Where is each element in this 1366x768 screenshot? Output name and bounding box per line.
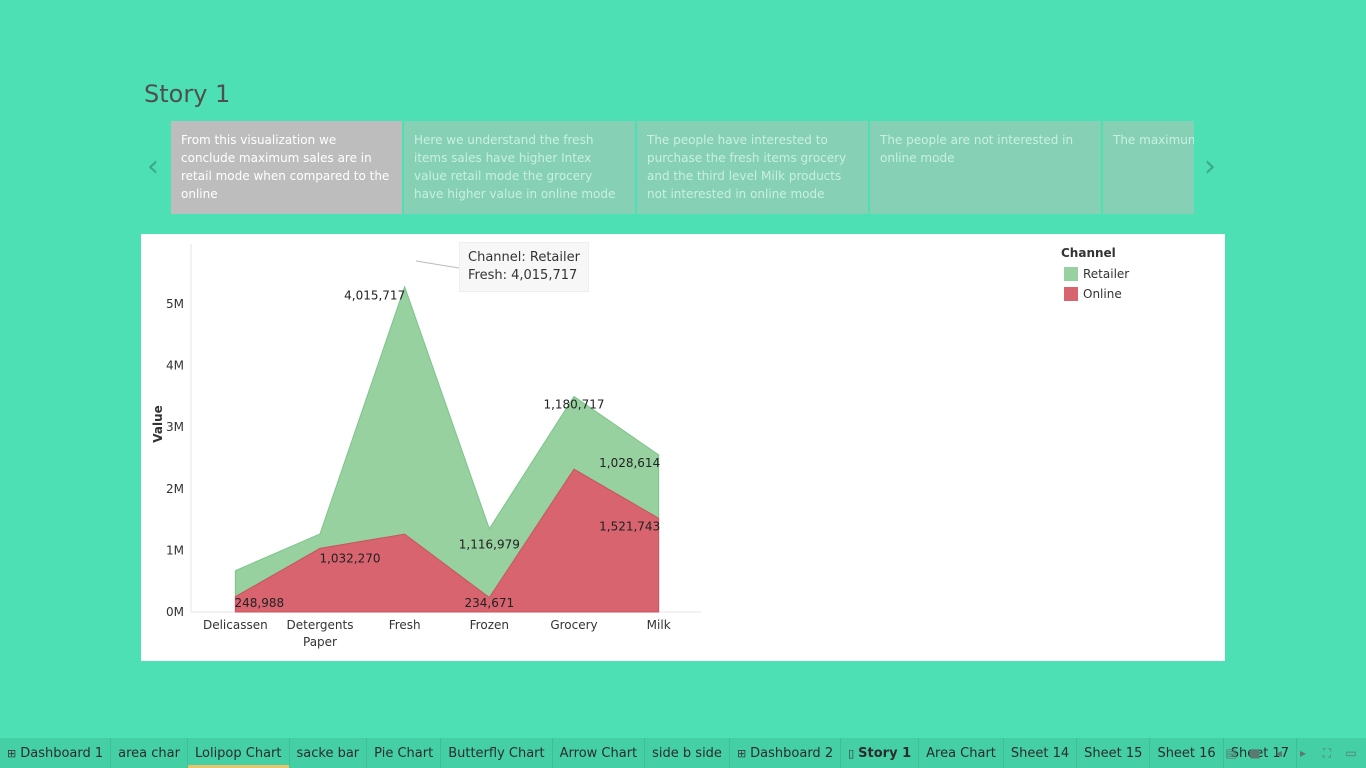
data-label: 1,116,979: [459, 538, 520, 552]
fullscreen-icon[interactable]: ⛶: [1320, 746, 1334, 761]
data-label: 1,521,743: [599, 520, 660, 534]
tab-label: Area Chart: [926, 745, 996, 761]
data-label: 4,015,717: [344, 288, 405, 302]
data-label: 1,032,270: [319, 552, 380, 566]
tab-sheet-16[interactable]: Sheet 16: [1150, 738, 1224, 768]
tooltip-value: Fresh: 4,015,717: [468, 268, 578, 283]
y-tick-label: 3M: [166, 420, 184, 434]
scroll-left-icon[interactable]: ◂: [1272, 746, 1286, 760]
story-point-1[interactable]: From this visualization we conclude maxi…: [171, 121, 402, 214]
tab-sheet-15[interactable]: Sheet 15: [1077, 738, 1151, 768]
presentation-mode-icon[interactable]: ▭: [1344, 746, 1358, 760]
legend-item-retailer[interactable]: Retailer: [1061, 264, 1129, 284]
legend-label-online: Online: [1083, 287, 1122, 301]
x-tick-label: Delicassen: [203, 618, 268, 632]
tab-label: Lolipop Chart: [194, 745, 282, 761]
sheet-tab-bar: ⊞ Dashboard 1 area char Lolipop Chart sac…: [0, 738, 1366, 768]
previous-story-point-button[interactable]: ‹: [143, 150, 163, 184]
x-tick-label: Detergents Paper: [287, 618, 354, 649]
tab-dashboard-2[interactable]: ⊞ Dashboard 2: [730, 738, 842, 768]
visualization-panel: 0M 1M 2M 3M 4M 5M Value Delicassen Detergents Pap…: [141, 234, 1225, 661]
tab-arrow-chart[interactable]: Arrow Chart: [553, 738, 646, 768]
tab-butterfly-chart[interactable]: Butterfly Chart: [441, 738, 553, 768]
legend-title: Channel: [1061, 246, 1116, 260]
legend-label-retailer: Retailer: [1083, 267, 1130, 281]
tab-side-b-side[interactable]: side b side: [645, 738, 730, 768]
tab-controls: ▤ ■ ◂ ▸ ⛶ ▭: [1224, 738, 1358, 768]
story-title: Story 1: [144, 80, 231, 108]
scroll-right-icon[interactable]: ▸: [1296, 746, 1310, 760]
tab-label: area char: [118, 745, 180, 761]
tab-area-char[interactable]: area char: [111, 738, 188, 768]
story-icon: ▯: [848, 746, 855, 760]
legend-swatch-retailer: [1064, 267, 1078, 281]
story-point-2[interactable]: Here we understand the fresh items sales…: [404, 121, 635, 214]
data-label: 248,988: [235, 596, 285, 610]
story-points-navigator: From this visualization we conclude maxi…: [171, 121, 1194, 214]
x-tick-label: Grocery: [550, 618, 597, 632]
tab-label: Sheet 15: [1084, 745, 1143, 761]
data-label: 1,180,717: [543, 398, 604, 412]
dashboard-icon: ⊞: [736, 746, 747, 760]
tab-lolipop-chart[interactable]: Lolipop Chart: [188, 738, 290, 768]
tab-sheet-14[interactable]: Sheet 14: [1004, 738, 1078, 768]
tab-story-1[interactable]: ▯ Story 1: [841, 738, 920, 768]
legend-swatch-online: [1064, 287, 1078, 301]
story-point-4[interactable]: The people are not interested in online …: [870, 121, 1101, 214]
x-tick-label: Milk: [647, 618, 671, 632]
x-tick-label: Fresh: [389, 618, 421, 632]
data-label: 1,028,614: [599, 456, 660, 470]
show-sheets-icon[interactable]: ▤: [1224, 746, 1238, 760]
tab-label: Arrow Chart: [559, 745, 638, 761]
tab-label: Dashboard 2: [750, 745, 834, 761]
story-point-3[interactable]: The people have interested to purchase t…: [637, 121, 868, 214]
tab-label: sacke bar: [296, 745, 360, 761]
y-tick-label: 4M: [166, 359, 184, 373]
y-tick-label: 1M: [166, 543, 184, 557]
tab-label: Pie Chart: [374, 745, 434, 761]
y-tick-label: 5M: [166, 297, 184, 311]
y-tick-label: 0M: [166, 605, 184, 619]
y-tick-label: 2M: [166, 482, 184, 496]
tab-sacke-bar[interactable]: sacke bar: [290, 738, 368, 768]
tab-area-chart[interactable]: Area Chart: [919, 738, 1004, 768]
tab-label: Butterfly Chart: [448, 745, 545, 761]
tab-pie-chart[interactable]: Pie Chart: [367, 738, 442, 768]
dashboard-icon: ⊞: [7, 746, 17, 760]
tooltip-pointer: [415, 260, 460, 269]
next-story-point-button[interactable]: ›: [1200, 150, 1220, 184]
data-label: 234,671: [465, 596, 515, 610]
tab-label: Sheet 16: [1157, 745, 1216, 761]
y-axis-label: Value: [151, 405, 165, 443]
tooltip-channel: Channel: Retailer: [468, 250, 580, 265]
tab-label: side b side: [652, 745, 722, 761]
legend: Channel Retailer Online: [1061, 246, 1129, 304]
story-point-5[interactable]: The maximum ... when compare...: [1103, 121, 1194, 214]
legend-item-online[interactable]: Online: [1061, 284, 1129, 304]
tooltip: Channel: Retailer Fresh: 4,015,717: [459, 242, 589, 292]
filmstrip-icon[interactable]: ■: [1248, 746, 1262, 760]
tab-label: Dashboard 1: [20, 745, 104, 761]
tab-label: Story 1: [858, 745, 912, 761]
tab-dashboard-1[interactable]: ⊞ Dashboard 1: [0, 738, 112, 768]
tab-label: Sheet 14: [1010, 745, 1070, 761]
x-tick-label: Frozen: [470, 618, 509, 632]
